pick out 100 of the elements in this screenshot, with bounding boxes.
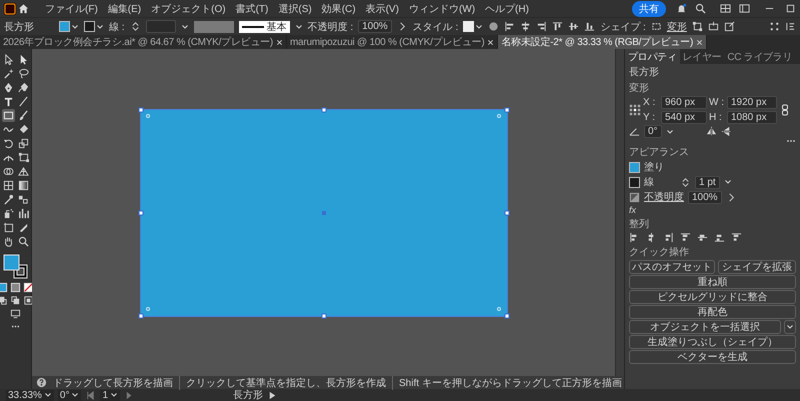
link-icon[interactable] [779,104,791,116]
close-icon[interactable] [696,38,704,46]
rectangle-icon[interactable] [2,109,14,122]
perspective-grid-icon[interactable] [16,165,30,178]
effects-button[interactable]: fx [629,205,796,215]
transform-link[interactable]: 変形 [666,20,687,34]
fill-swatch[interactable] [59,21,70,32]
draw-behind-icon[interactable] [10,295,21,306]
caret-icon[interactable] [110,391,118,399]
quick-action-button[interactable]: シェイプを拡張 [718,260,796,274]
caret-icon[interactable] [180,22,189,30]
fill-swatch[interactable] [629,162,640,172]
transform-icon[interactable] [16,151,30,164]
color-mode-icon[interactable] [0,282,8,293]
stroke-weight-field[interactable]: 1 pt [695,176,720,188]
artboard-icon[interactable] [2,221,14,234]
quick-action-button[interactable]: オブジェクトを一括選択 [629,320,781,334]
flip-horizontal-icon[interactable] [706,126,717,137]
shape-icon[interactable] [650,21,662,32]
angle-icon[interactable] [629,126,640,137]
gradient-icon[interactable] [16,179,30,192]
panel-menu-icon[interactable] [785,21,796,32]
menu-item[interactable]: 編集(E) [104,0,146,16]
draw-inside-icon[interactable] [23,295,34,306]
opacity-link[interactable]: 不透明度 [644,190,684,204]
caret-icon[interactable] [96,22,104,30]
caret-icon[interactable] [71,22,79,30]
zoom-field[interactable]: 33.33% [6,390,54,400]
menu-item[interactable]: 選択(S) [274,0,316,16]
caret-icon[interactable] [786,323,794,331]
dropdown-button[interactable] [784,320,796,334]
selection-handle[interactable] [504,313,509,318]
angle-field[interactable]: 0° [644,125,662,138]
quick-action-button[interactable]: 再配色 [629,305,796,319]
selection-handle[interactable] [138,313,143,318]
caret-icon[interactable] [294,22,303,30]
opacity-field[interactable]: 100% [358,20,392,33]
more-options-icon[interactable] [786,139,796,143]
lasso-icon[interactable] [16,67,30,80]
menu-item[interactable]: オブジェクト(O) [147,0,230,16]
menu-item[interactable]: ヘルプ(H) [481,0,533,16]
edit-icon[interactable] [724,21,735,32]
draw-normal-icon[interactable] [0,295,8,306]
menu-item[interactable]: 表示(V) [362,0,403,16]
quick-action-button[interactable]: 重ね順 [629,275,796,289]
align-icon[interactable] [536,21,548,32]
fill-stroke-drawing[interactable] [2,254,28,280]
bell-icon[interactable] [676,3,687,14]
align-icon[interactable] [680,232,691,243]
caret-icon[interactable] [71,391,80,399]
share-button[interactable]: 共有 [632,0,666,16]
selection-handle[interactable] [321,107,326,112]
align-icon[interactable] [568,21,580,32]
first-page-icon[interactable] [85,390,96,400]
quick-action-button[interactable]: ベクターを生成 [629,350,796,364]
align-icon[interactable] [504,21,516,32]
quick-action-button[interactable]: 生成塗りつぶし（シェイプ） [629,335,796,349]
style-swatch[interactable] [463,21,474,32]
close-icon[interactable] [276,38,283,46]
align-icon[interactable] [697,232,708,243]
document-tab[interactable]: 名称未設定-2* @ 33.33 % (RGB/プレビュー) [498,35,708,49]
close-icon[interactable] [487,38,494,46]
dimension-field[interactable]: 1080 px [727,111,777,124]
rotation-field[interactable]: 0° [58,390,82,400]
selection-handle[interactable] [504,210,509,215]
menu-item[interactable]: ファイル(F) [41,0,102,16]
panel-tab[interactable]: CC ライブラリ [724,49,796,64]
variable-width-field[interactable] [194,20,234,32]
workspace-icon[interactable] [720,3,731,14]
bar-chart-icon[interactable] [16,207,30,220]
stepper-icon[interactable] [680,176,691,188]
caret-icon[interactable] [724,178,732,186]
opacity-icon[interactable] [629,192,640,202]
shape-builder-icon[interactable] [2,165,14,178]
selection-handle[interactable] [321,313,326,318]
mesh-icon[interactable] [2,179,14,192]
reference-point-icon[interactable] [629,104,641,116]
help-icon[interactable] [36,377,47,388]
quick-action-button[interactable]: ピクセルグリッドに整合 [629,290,796,304]
align-icon[interactable] [663,232,674,243]
blend-icon[interactable] [16,193,30,206]
bounding-box-icon[interactable] [692,21,703,32]
search-icon[interactable] [695,3,706,14]
home-icon[interactable] [18,3,29,14]
globe-icon[interactable] [488,21,500,32]
align-icon[interactable] [552,21,564,32]
panel-layout-icon[interactable] [739,3,750,14]
curved-pen-icon[interactable] [16,81,30,94]
menu-item[interactable]: ウィンドウ(W) [404,0,480,16]
dimension-field[interactable]: 1920 px [727,96,777,109]
align-icon[interactable] [714,232,725,243]
selection-handle[interactable] [138,107,143,112]
wand-icon[interactable] [2,67,14,80]
line-icon[interactable] [16,95,30,108]
stroke-swatch[interactable] [629,176,640,188]
scrollbar[interactable] [615,49,624,376]
screen-mode-icon[interactable] [10,308,21,319]
dimension-field[interactable]: 540 px [661,111,707,124]
caret-icon[interactable] [666,128,674,136]
stroke-swatch[interactable] [84,21,95,32]
